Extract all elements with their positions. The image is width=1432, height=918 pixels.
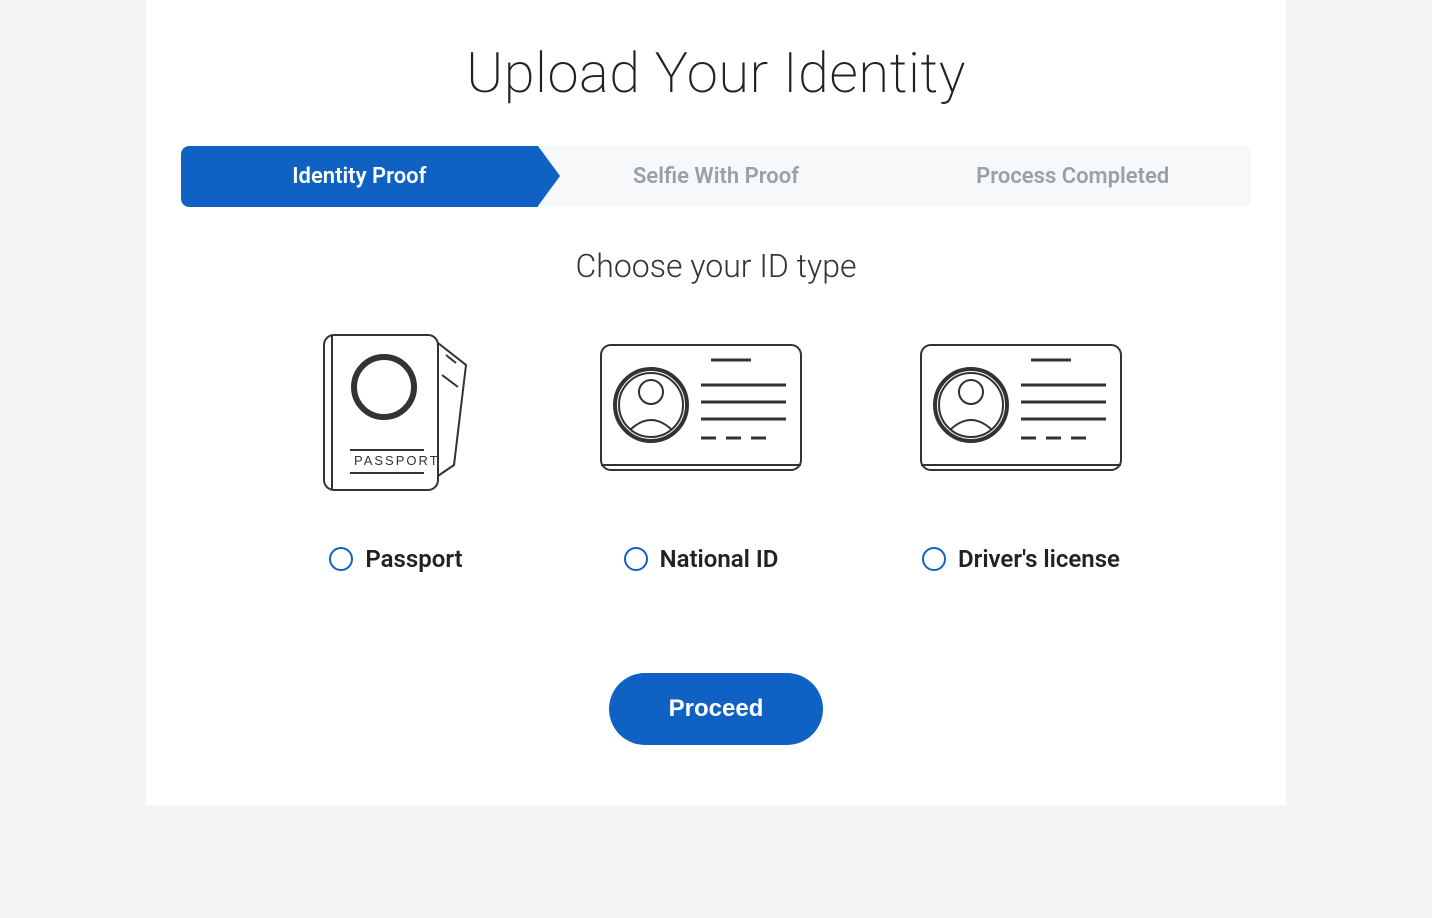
option-national-id[interactable]: National ID	[596, 325, 806, 573]
page-title: Upload Your Identity	[166, 40, 1266, 106]
passport-icon: PASSPORT	[306, 325, 486, 495]
step-process-completed[interactable]: Process Completed	[894, 146, 1251, 207]
choose-id-subtitle: Choose your ID type	[166, 247, 1266, 285]
radio-icon[interactable]	[329, 547, 353, 571]
stepper: Identity Proof Selfie With Proof Process…	[181, 146, 1251, 207]
option-passport[interactable]: PASSPORT Passport	[306, 325, 486, 573]
radio-icon[interactable]	[624, 547, 648, 571]
identity-upload-card: Upload Your Identity Identity Proof Self…	[146, 0, 1286, 805]
option-label: Passport	[365, 545, 462, 573]
step-identity-proof[interactable]: Identity Proof	[181, 146, 538, 207]
option-label-row: Driver's license	[922, 545, 1120, 573]
option-label: Driver's license	[958, 545, 1120, 573]
id-card-icon	[916, 325, 1126, 495]
option-drivers-license[interactable]: Driver's license	[916, 325, 1126, 573]
step-label: Identity Proof	[292, 164, 426, 189]
proceed-button[interactable]: Proceed	[609, 673, 824, 745]
step-selfie-with-proof[interactable]: Selfie With Proof	[538, 146, 895, 207]
id-type-options: PASSPORT Passport	[166, 325, 1266, 573]
svg-text:PASSPORT: PASSPORT	[354, 453, 440, 468]
option-label-row: National ID	[624, 545, 779, 573]
step-label: Selfie With Proof	[633, 164, 799, 189]
id-card-icon	[596, 325, 806, 495]
option-label: National ID	[660, 545, 779, 573]
radio-icon[interactable]	[922, 547, 946, 571]
option-label-row: Passport	[329, 545, 462, 573]
step-label: Process Completed	[976, 164, 1169, 189]
